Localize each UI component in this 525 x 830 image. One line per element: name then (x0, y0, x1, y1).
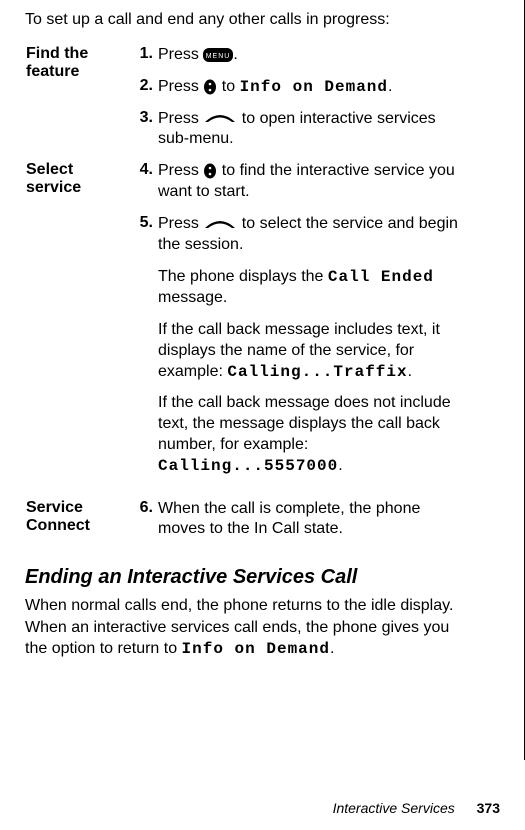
section-heading: Ending an Interactive Services Call (25, 566, 464, 589)
step-extra: The phone displays the Call Ended messag… (158, 267, 463, 309)
step-number: 2. (128, 76, 157, 108)
send-icon (203, 112, 237, 124)
step-number: 5. (128, 213, 157, 319)
step-extra: If the call back message does not includ… (157, 392, 464, 486)
step-desc: Press to Info on Demand. (157, 76, 464, 108)
scroll-icon (203, 163, 217, 179)
page: To set up a call and end any other calls… (0, 0, 525, 830)
mono-text: Info on Demand (182, 640, 330, 658)
footer-title: Interactive Services (333, 800, 455, 816)
section-label: Find the feature (25, 44, 128, 160)
step-extra: If the call back message includes text, … (157, 319, 464, 392)
scroll-icon (203, 79, 217, 95)
page-footer: Interactive Services 373 (333, 800, 500, 816)
step-number: 4. (128, 160, 157, 213)
step-number: 1. (128, 44, 157, 76)
send-icon (203, 218, 237, 230)
steps-table: Find the feature 1. Press MENU. 2. Press… (25, 44, 464, 550)
mono-text: Call Ended (328, 268, 434, 286)
svg-text:MENU: MENU (206, 53, 231, 60)
mono-text: Calling...5557000 (158, 457, 338, 475)
intro-text: To set up a call and end any other calls… (25, 10, 464, 30)
section-label: Select service (25, 160, 128, 497)
mono-text: Calling...Traffix (227, 363, 407, 381)
table-row: Find the feature 1. Press MENU. (25, 44, 464, 76)
step-number: 3. (128, 108, 157, 161)
step-number: 6. (128, 498, 157, 551)
ending-paragraph: When normal calls end, the phone returns… (25, 595, 464, 661)
step-desc: Press MENU. (157, 44, 464, 76)
content-area: To set up a call and end any other calls… (0, 0, 525, 760)
table-row: Select service 4. Press to find the inte… (25, 160, 464, 213)
table-row: Service Connect 6. When the call is comp… (25, 498, 464, 551)
step-desc: When the call is complete, the phone mov… (157, 498, 464, 551)
step-desc: Press to select the service and begin th… (157, 213, 464, 319)
page-number: 373 (477, 800, 500, 816)
step-desc: Press to find the interactive service yo… (157, 160, 464, 213)
section-label: Service Connect (25, 498, 128, 551)
step-desc: Press to open interactive services sub-m… (157, 108, 464, 161)
mono-text: Info on Demand (240, 78, 388, 96)
menu-icon: MENU (203, 48, 233, 62)
